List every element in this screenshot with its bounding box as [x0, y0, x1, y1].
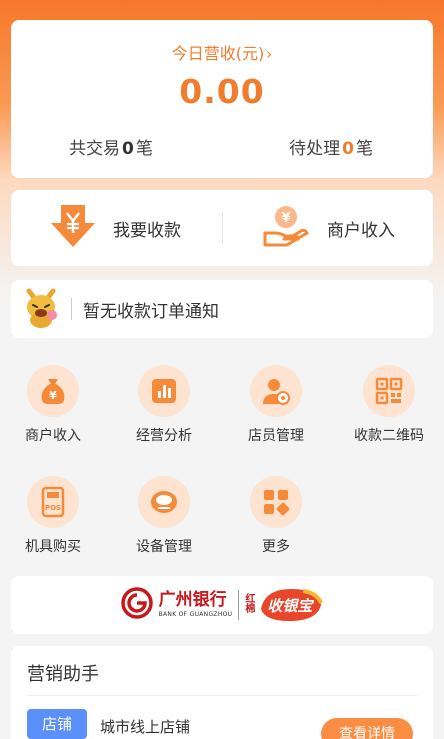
receive-payment-label: 我要收款 [113, 220, 181, 241]
grid-label-business-analysis: 经营分析 [136, 428, 192, 444]
bank-name-en: BANK OF GUANGZHOU [158, 611, 233, 618]
grid-item-merchant-income[interactable]: ¥ 商户收入 [3, 365, 103, 445]
chevron-right-icon: › [266, 45, 273, 63]
svg-text:¥: ¥ [49, 389, 57, 402]
income-title: 今日营收(元) [171, 44, 265, 63]
transaction-count: 共交易 0 笔 [69, 139, 153, 159]
grid-label-merchant-income: 商户收入 [25, 428, 81, 444]
download-yen-icon [49, 203, 97, 253]
more-grid-icon [250, 476, 302, 528]
grid-item-staff-management[interactable]: 店员管理 [226, 365, 326, 445]
marketing-card: 营销助手 店铺 城市线上店铺 查看详情 [11, 646, 433, 739]
grid-item-business-analysis[interactable]: 经营分析 [114, 365, 214, 445]
qr-code-icon [363, 365, 415, 417]
money-bag-icon: ¥ [27, 365, 79, 417]
device-icon [138, 476, 190, 528]
pending-count[interactable]: 待处理 0 笔 [289, 134, 373, 159]
main-actions-card: 我要收款 ¥ 商户收入 [11, 190, 433, 266]
bar-chart-icon [138, 365, 190, 417]
bank-separator [238, 590, 240, 620]
svg-text:POS: POS [45, 504, 61, 512]
divider [222, 212, 223, 244]
merchant-income-label: 商户收入 [327, 220, 395, 241]
view-details-button[interactable]: 查看详情 [321, 718, 413, 739]
grid-item-more[interactable]: 更多 [226, 476, 326, 556]
pos-terminal-icon: POS [27, 476, 79, 528]
sub-brand-small: 红棉 [245, 594, 256, 615]
income-card: 今日营收(元) › 0.00 共交易 0 笔 待处理 0 笔 [11, 20, 433, 178]
bank-banner[interactable]: 广州银行 BANK OF GUANGZHOU 红棉 收银宝 [11, 576, 433, 634]
grid-item-pos-purchase[interactable]: POS 机具购买 [3, 476, 103, 556]
income-amount: 0.00 [179, 72, 265, 111]
grid-item-payment-qr[interactable]: 收款二维码 [339, 365, 439, 445]
merchant-income-button[interactable]: ¥ 商户收入 [261, 190, 395, 266]
mascot-icon [23, 285, 59, 333]
receive-payment-button[interactable]: 我要收款 [49, 190, 181, 266]
staff-icon [250, 365, 302, 417]
order-notice-bar[interactable]: 暂无收款订单通知 [11, 280, 433, 338]
grid-item-device-management[interactable]: 设备管理 [114, 476, 214, 556]
sub-brand-logo: 收银宝 [259, 587, 324, 623]
bank-logo-icon [120, 587, 153, 623]
notice-separator [71, 298, 72, 320]
online-store-item: 城市线上店铺 [100, 718, 191, 736]
sub-brand-name: 收银宝 [267, 597, 313, 615]
grid-label-staff-management: 店员管理 [248, 428, 304, 444]
grid-label-more: 更多 [262, 539, 290, 555]
income-title-link[interactable]: 今日营收(元) › [11, 40, 433, 64]
transaction-count-value: 0 [122, 139, 134, 159]
store-tag: 店铺 [27, 709, 87, 739]
grid-label-pos-purchase: 机具购买 [25, 539, 81, 555]
grid-label-payment-qr: 收款二维码 [354, 428, 424, 444]
pending-count-value: 0 [342, 139, 354, 159]
notice-text: 暂无收款订单通知 [83, 301, 219, 322]
bank-name: 广州银行 [158, 590, 227, 610]
svg-text:¥: ¥ [281, 211, 290, 226]
marketing-title: 营销助手 [27, 664, 99, 685]
bank-name-block: 广州银行 BANK OF GUANGZHOU [158, 590, 233, 619]
marketing-divider [27, 695, 417, 696]
hand-coin-icon: ¥ [261, 203, 311, 253]
grid-label-device-management: 设备管理 [136, 539, 192, 555]
